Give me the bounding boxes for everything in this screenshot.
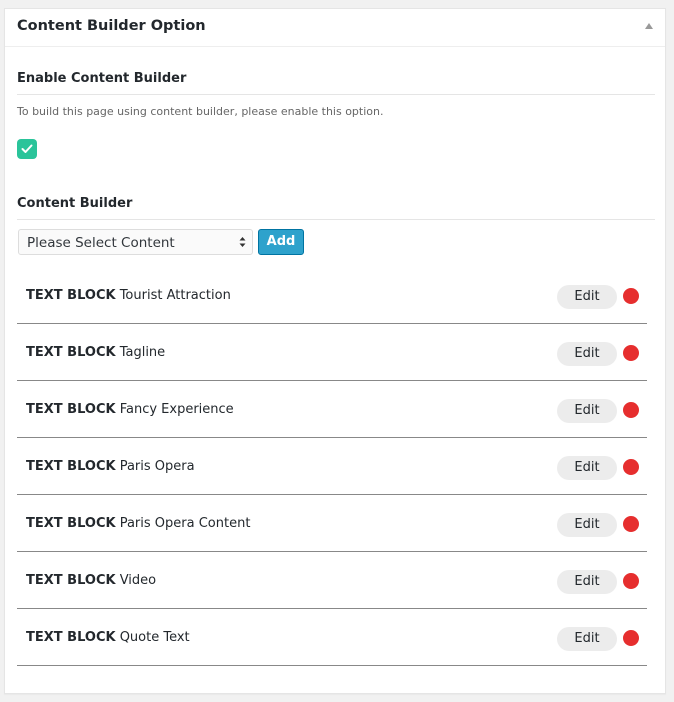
remove-block-red-dot-icon[interactable] bbox=[623, 573, 639, 589]
block-name: Paris Opera bbox=[119, 459, 195, 474]
metabox-header[interactable]: Content Builder Option bbox=[5, 9, 665, 47]
block-label: TEXT BLOCK Quote Text bbox=[26, 630, 190, 645]
block-label: TEXT BLOCK Video bbox=[26, 573, 156, 588]
block-label: TEXT BLOCK Paris Opera Content bbox=[26, 516, 250, 531]
edit-block-button[interactable]: Edit bbox=[557, 342, 617, 366]
remove-block-red-dot-icon[interactable] bbox=[623, 630, 639, 646]
select-arrows-icon bbox=[239, 237, 246, 247]
edit-block-button[interactable]: Edit bbox=[557, 513, 617, 537]
collapse-toggle-icon[interactable] bbox=[645, 23, 653, 29]
edit-block-button[interactable]: Edit bbox=[557, 456, 617, 480]
enable-help-text: To build this page using content builder… bbox=[17, 105, 384, 118]
metabox-title: Content Builder Option bbox=[17, 18, 206, 34]
block-type: TEXT BLOCK bbox=[26, 288, 116, 303]
block-name: Paris Opera Content bbox=[119, 516, 251, 531]
content-select-value: Please Select Content bbox=[27, 235, 175, 251]
block-name: Quote Text bbox=[119, 630, 190, 645]
block-name: Fancy Experience bbox=[119, 402, 234, 417]
content-block-row: TEXT BLOCK Tagline Edit bbox=[17, 324, 647, 381]
block-label: TEXT BLOCK Tagline bbox=[26, 345, 165, 360]
content-block-row: TEXT BLOCK Paris Opera Edit bbox=[17, 438, 647, 495]
block-type: TEXT BLOCK bbox=[26, 402, 116, 417]
block-type: TEXT BLOCK bbox=[26, 345, 116, 360]
content-block-list: TEXT BLOCK Tourist Attraction Edit TEXT … bbox=[17, 267, 647, 666]
edit-block-button[interactable]: Edit bbox=[557, 285, 617, 309]
remove-block-red-dot-icon[interactable] bbox=[623, 288, 639, 304]
edit-block-button[interactable]: Edit bbox=[557, 570, 617, 594]
block-type: TEXT BLOCK bbox=[26, 630, 116, 645]
edit-block-button[interactable]: Edit bbox=[557, 627, 617, 651]
enable-content-builder-checkbox[interactable] bbox=[17, 139, 37, 159]
block-name: Tagline bbox=[119, 345, 166, 360]
edit-block-button[interactable]: Edit bbox=[557, 399, 617, 423]
content-block-row: TEXT BLOCK Quote Text Edit bbox=[17, 609, 647, 666]
block-label: TEXT BLOCK Paris Opera bbox=[26, 459, 195, 474]
builder-section-divider bbox=[17, 219, 655, 220]
enable-section-heading: Enable Content Builder bbox=[17, 71, 187, 86]
content-builder-metabox: Content Builder Option Enable Content Bu… bbox=[4, 8, 666, 694]
content-select[interactable]: Please Select Content bbox=[18, 229, 253, 255]
content-block-row: TEXT BLOCK Video Edit bbox=[17, 552, 647, 609]
builder-section-heading: Content Builder bbox=[17, 196, 133, 211]
content-block-row: TEXT BLOCK Fancy Experience Edit bbox=[17, 381, 647, 438]
checkmark-icon bbox=[21, 144, 33, 153]
block-type: TEXT BLOCK bbox=[26, 516, 116, 531]
remove-block-red-dot-icon[interactable] bbox=[623, 402, 639, 418]
block-type: TEXT BLOCK bbox=[26, 459, 116, 474]
block-label: TEXT BLOCK Fancy Experience bbox=[26, 402, 234, 417]
block-name: Video bbox=[119, 573, 157, 588]
remove-block-red-dot-icon[interactable] bbox=[623, 516, 639, 532]
content-block-row: TEXT BLOCK Tourist Attraction Edit bbox=[17, 267, 647, 324]
block-name: Tourist Attraction bbox=[119, 288, 231, 303]
add-content-button[interactable]: Add bbox=[258, 229, 304, 255]
content-block-row: TEXT BLOCK Paris Opera Content Edit bbox=[17, 495, 647, 552]
remove-block-red-dot-icon[interactable] bbox=[623, 459, 639, 475]
block-type: TEXT BLOCK bbox=[26, 573, 116, 588]
block-label: TEXT BLOCK Tourist Attraction bbox=[26, 288, 231, 303]
remove-block-red-dot-icon[interactable] bbox=[623, 345, 639, 361]
enable-section-divider bbox=[17, 94, 655, 95]
